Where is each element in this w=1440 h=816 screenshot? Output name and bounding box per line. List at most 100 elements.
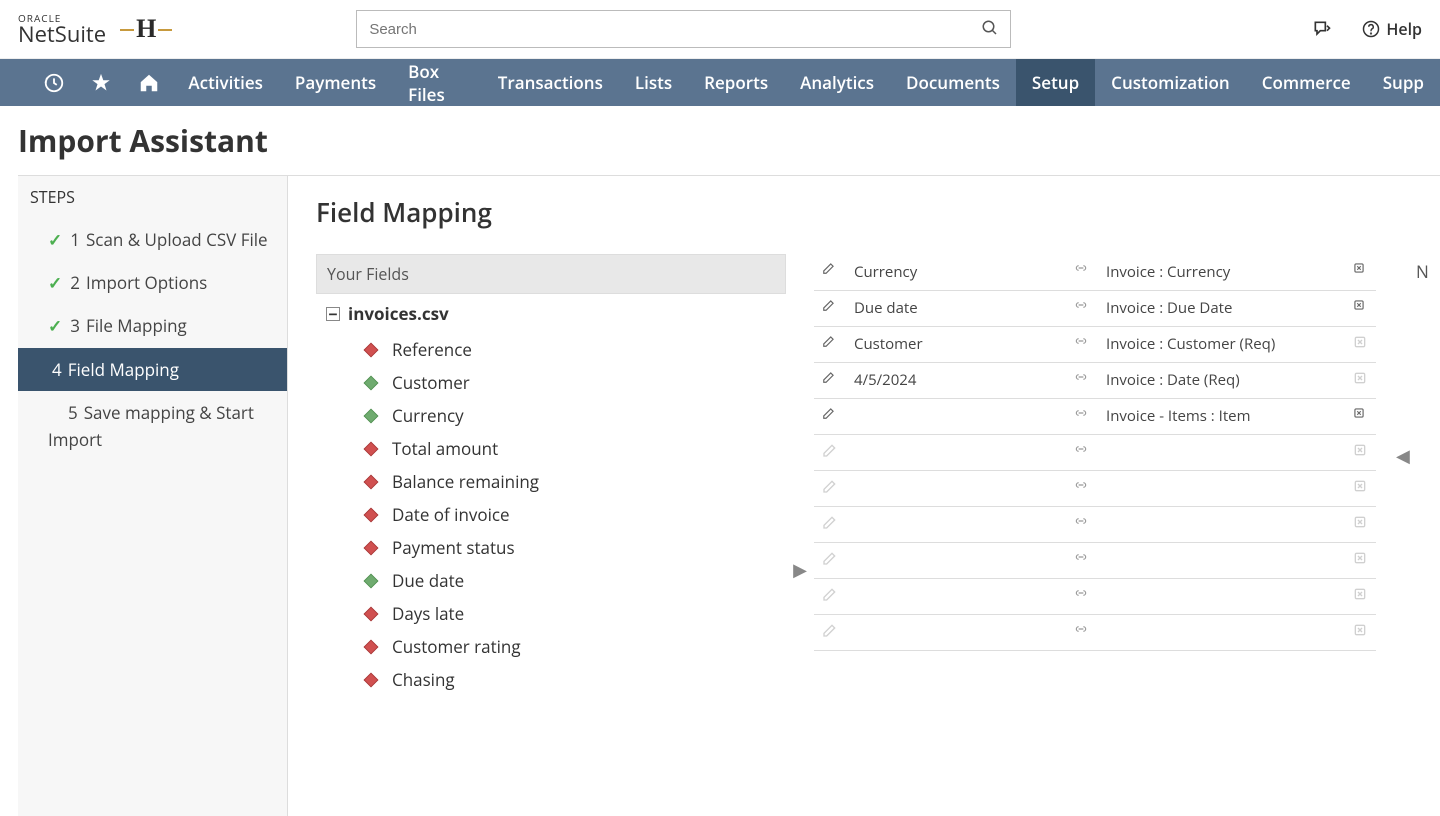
- link-icon: [1074, 334, 1090, 350]
- netsuite-logo[interactable]: ORACLE NetSuite: [18, 13, 106, 45]
- edit-icon[interactable]: [822, 298, 838, 314]
- feedback-icon[interactable]: [1312, 19, 1332, 39]
- nav-item-customization[interactable]: Customization: [1095, 59, 1246, 106]
- nav-item-commerce[interactable]: Commerce: [1246, 59, 1367, 106]
- nav-item-lists[interactable]: Lists: [619, 59, 688, 106]
- field-label: Balance remaining: [392, 470, 539, 493]
- mapping-source[interactable]: 4/5/2024: [846, 362, 1066, 398]
- field-label: Payment status: [392, 536, 515, 559]
- edit-icon[interactable]: [822, 261, 838, 277]
- nav-item-setup[interactable]: Setup: [1016, 59, 1095, 106]
- csv-field-customer[interactable]: Customer: [316, 366, 786, 399]
- link-icon: [1074, 298, 1090, 314]
- edit-icon[interactable]: [822, 406, 838, 422]
- edit-icon: [822, 586, 838, 602]
- csv-field-currency[interactable]: Currency: [316, 399, 786, 432]
- remove-icon[interactable]: [1352, 406, 1368, 422]
- mapping-target[interactable]: Invoice : Date (Req): [1098, 362, 1344, 398]
- mapping-target[interactable]: Invoice : Due Date: [1098, 290, 1344, 326]
- nav-item-analytics[interactable]: Analytics: [784, 59, 890, 106]
- edit-icon[interactable]: [822, 370, 838, 386]
- mapping-target[interactable]: Invoice : Currency: [1098, 254, 1344, 290]
- step-number: 5: [68, 401, 78, 424]
- nav-star-icon[interactable]: [77, 59, 124, 106]
- csv-field-reference[interactable]: Reference: [316, 333, 786, 366]
- mapping-source[interactable]: Currency: [846, 254, 1066, 290]
- mapping-row: 4/5/2024 Invoice : Date (Req): [814, 362, 1376, 398]
- nav-item-supp[interactable]: Supp: [1367, 59, 1440, 106]
- nav-item-transactions[interactable]: Transactions: [482, 59, 619, 106]
- nav-home-icon[interactable]: [125, 59, 172, 106]
- nav-item-documents[interactable]: Documents: [890, 59, 1016, 106]
- mapping-target[interactable]: [1098, 506, 1344, 542]
- remove-icon: [1352, 514, 1368, 530]
- step-label: Field Mapping: [68, 358, 179, 381]
- remove-icon[interactable]: [1352, 261, 1368, 277]
- remove-icon: [1352, 442, 1368, 458]
- logo-netsuite-text: NetSuite: [18, 23, 106, 45]
- field-status-icon: [364, 441, 379, 456]
- mapping-source[interactable]: Due date: [846, 290, 1066, 326]
- nav-item-reports[interactable]: Reports: [688, 59, 784, 106]
- step-1[interactable]: ✓1Scan & Upload CSV File: [18, 218, 287, 261]
- mapping-target[interactable]: [1098, 434, 1344, 470]
- arrow-left-icon[interactable]: ◀: [1396, 444, 1410, 468]
- mapping-source[interactable]: [846, 470, 1066, 506]
- mapping-source[interactable]: [846, 434, 1066, 470]
- mapping-source[interactable]: [846, 398, 1066, 434]
- help-link[interactable]: Help: [1362, 18, 1422, 40]
- mapping-source[interactable]: [846, 506, 1066, 542]
- mapping-source[interactable]: Customer: [846, 326, 1066, 362]
- nav-item-box-files[interactable]: Box Files: [392, 59, 482, 106]
- csv-field-days-late[interactable]: Days late: [316, 597, 786, 630]
- nav-item-payments[interactable]: Payments: [279, 59, 392, 106]
- csv-file-row[interactable]: − invoices.csv: [316, 294, 786, 333]
- mapping-panel: Currency Invoice : Currency Due date Invoic…: [814, 254, 1396, 696]
- csv-field-payment-status[interactable]: Payment status: [316, 531, 786, 564]
- arrow-right-icon[interactable]: ▶: [793, 558, 807, 582]
- mapping-target[interactable]: Invoice - Items : Item: [1098, 398, 1344, 434]
- mapping-source[interactable]: [846, 542, 1066, 578]
- csv-field-due-date[interactable]: Due date: [316, 564, 786, 597]
- csv-field-balance-remaining[interactable]: Balance remaining: [316, 465, 786, 498]
- csv-field-total-amount[interactable]: Total amount: [316, 432, 786, 465]
- field-status-icon: [364, 507, 379, 522]
- step-5[interactable]: 5Save mapping & Start Import: [18, 391, 287, 461]
- mapping-target[interactable]: [1098, 614, 1344, 650]
- step-4[interactable]: 4Field Mapping: [18, 348, 287, 391]
- mapping-source[interactable]: [846, 578, 1066, 614]
- csv-field-chasing[interactable]: Chasing: [316, 663, 786, 696]
- collapse-icon[interactable]: −: [326, 307, 340, 321]
- step-3[interactable]: ✓3File Mapping: [18, 304, 287, 347]
- nav-recents-icon[interactable]: [30, 59, 77, 106]
- link-icon: [1074, 478, 1090, 494]
- search-icon[interactable]: [981, 19, 999, 37]
- remove-icon[interactable]: [1352, 298, 1368, 314]
- step-2[interactable]: ✓2Import Options: [18, 261, 287, 304]
- mapping-target[interactable]: [1098, 578, 1344, 614]
- company-logo[interactable]: H: [136, 14, 156, 44]
- mapping-target[interactable]: [1098, 470, 1344, 506]
- mapping-target[interactable]: [1098, 542, 1344, 578]
- mapping-source[interactable]: [846, 614, 1066, 650]
- csv-field-customer-rating[interactable]: Customer rating: [316, 630, 786, 663]
- field-status-icon: [364, 573, 379, 588]
- field-status-icon: [364, 375, 379, 390]
- mapping-row: [814, 506, 1376, 542]
- search-input[interactable]: [356, 10, 1011, 48]
- field-status-icon: [364, 606, 379, 621]
- field-status-icon: [364, 408, 379, 423]
- remove-icon: [1352, 334, 1368, 350]
- link-icon: [1074, 622, 1090, 638]
- nav-item-activities[interactable]: Activities: [172, 59, 279, 106]
- step-label: File Mapping: [86, 314, 187, 337]
- your-fields-panel: Your Fields − invoices.csv ReferenceCust…: [316, 254, 786, 696]
- check-icon: ✓: [48, 314, 62, 337]
- mapping-target[interactable]: Invoice : Customer (Req): [1098, 326, 1344, 362]
- field-status-icon: [364, 474, 379, 489]
- field-label: Reference: [392, 338, 472, 361]
- csv-field-date-of-invoice[interactable]: Date of invoice: [316, 498, 786, 531]
- edit-icon[interactable]: [822, 334, 838, 350]
- field-status-icon: [364, 540, 379, 555]
- mapping-row: [814, 578, 1376, 614]
